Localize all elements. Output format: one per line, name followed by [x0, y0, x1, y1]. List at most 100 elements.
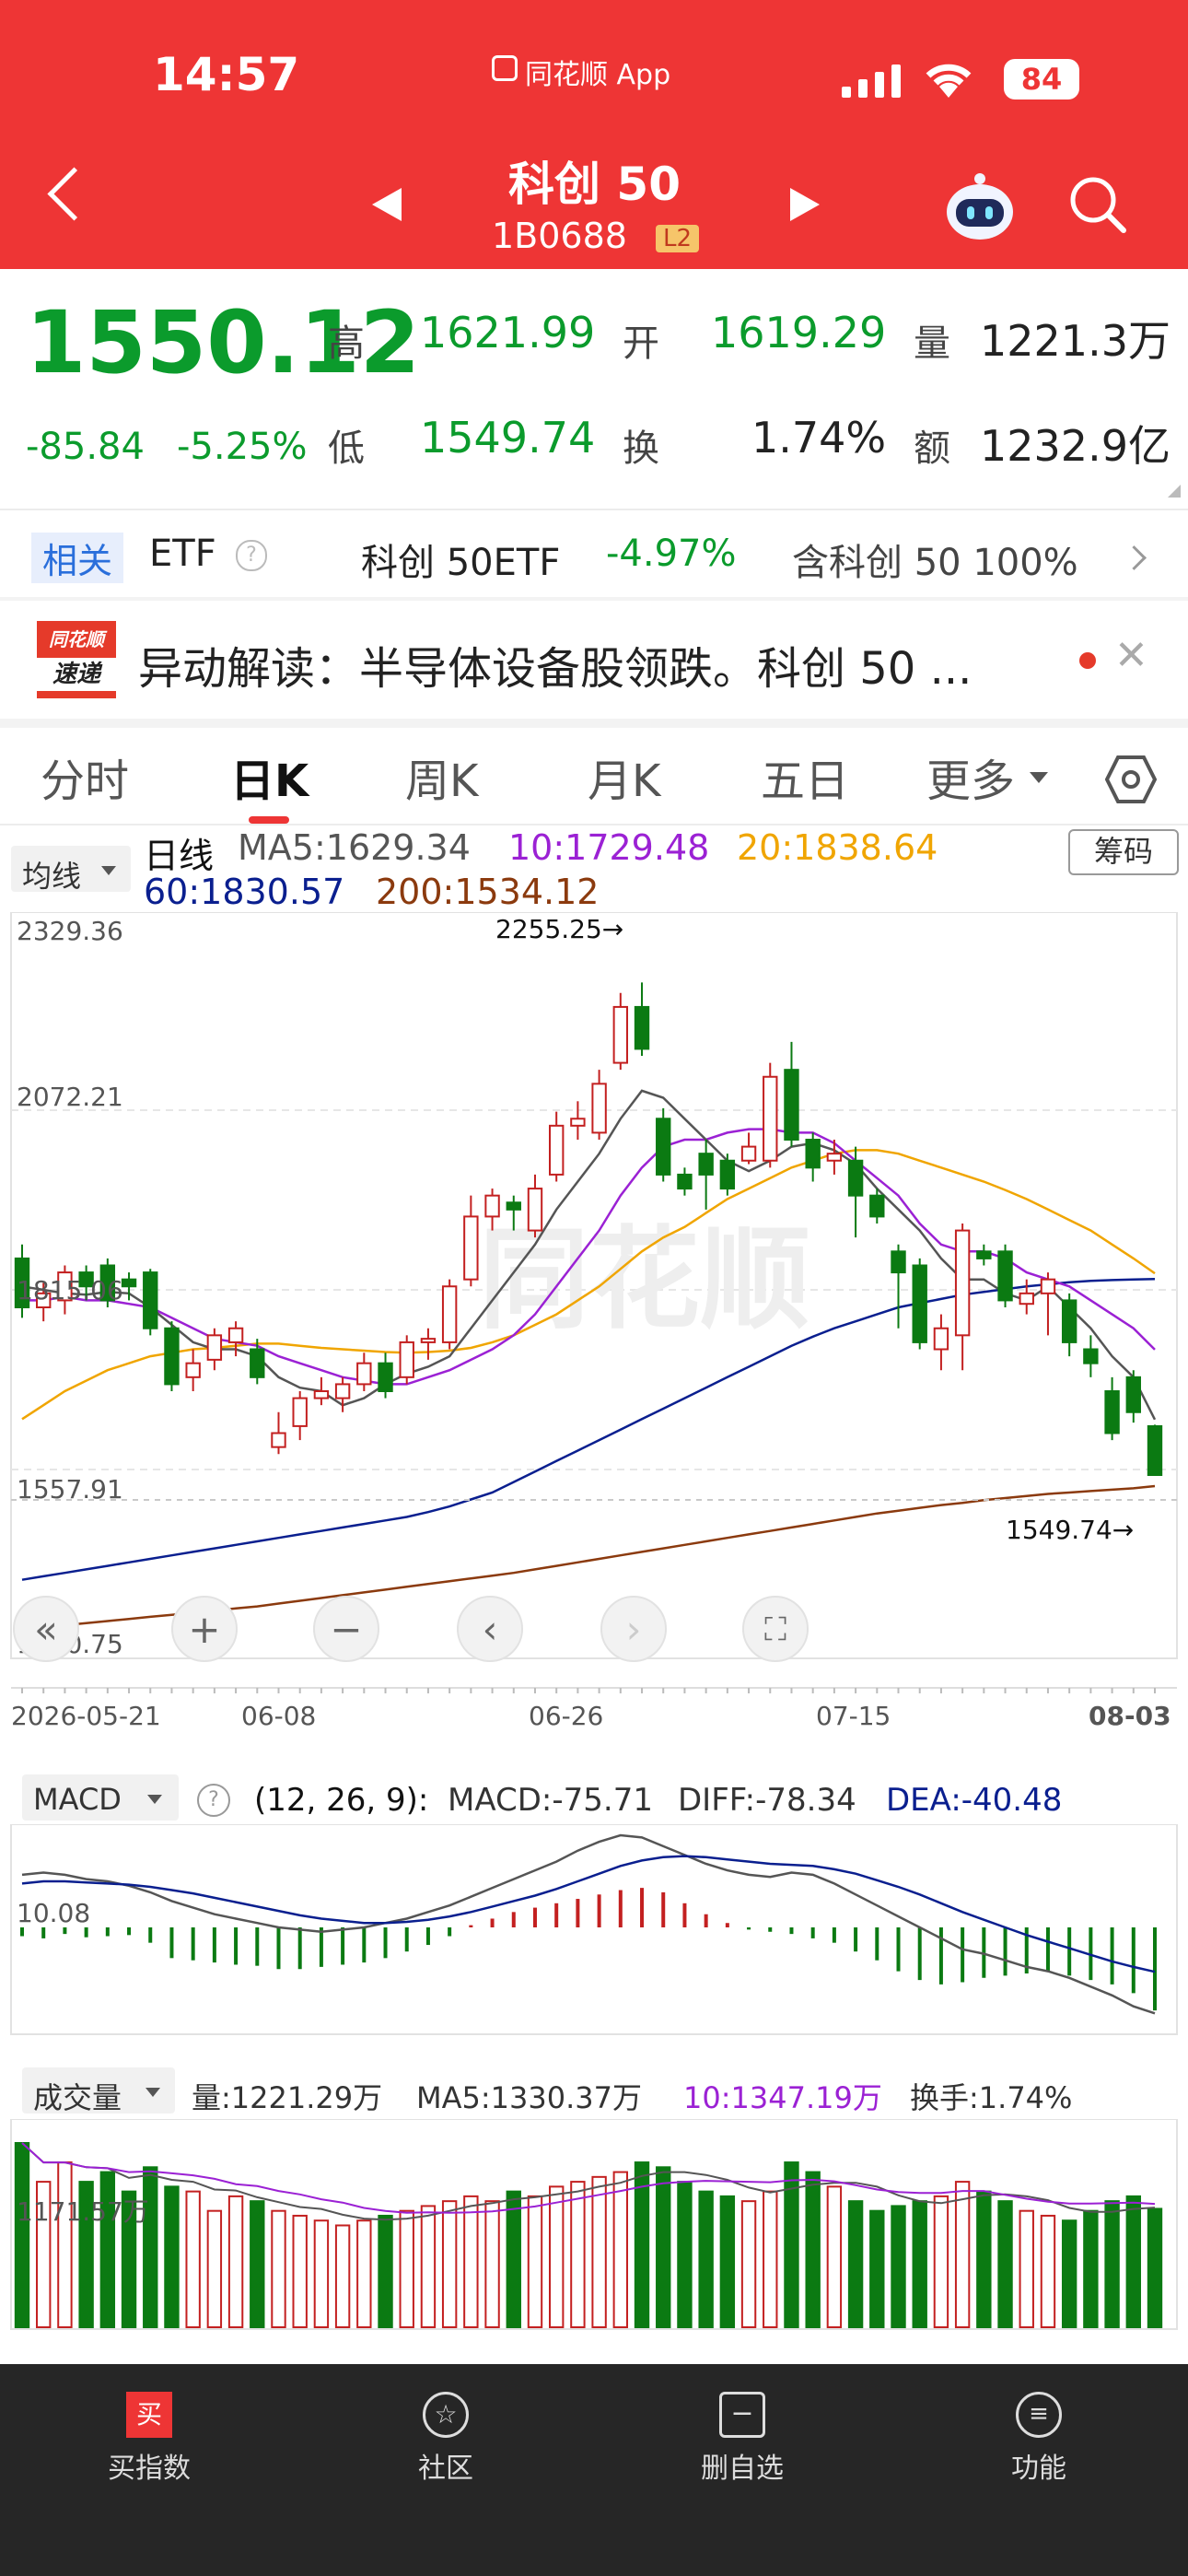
candle	[185, 1349, 201, 1391]
expand-corner-icon[interactable]	[1168, 485, 1181, 498]
candle	[206, 1328, 223, 1371]
chip-distribution-button[interactable]: 筹码	[1068, 829, 1179, 875]
volume-bar	[527, 2195, 543, 2329]
volume-label: 量	[914, 322, 950, 365]
pan-right-button[interactable]: ›	[600, 1596, 667, 1662]
index-code: 1B0688	[492, 216, 627, 256]
back-button[interactable]	[47, 167, 101, 221]
volume-bar	[463, 2195, 479, 2329]
candle	[292, 1390, 308, 1441]
caret-down-icon	[146, 2088, 160, 2097]
divider	[0, 509, 1188, 510]
close-icon[interactable]: ✕	[1114, 632, 1148, 679]
volume-axis-label: 1171.57万	[17, 2196, 149, 2227]
battery-level: 84	[1020, 62, 1063, 97]
candle	[1147, 1424, 1163, 1476]
macd-chart[interactable]: 10.08	[0, 1824, 1188, 2036]
rewind-button[interactable]: «	[13, 1596, 79, 1662]
volume-bar	[313, 2219, 330, 2328]
volume-bar	[912, 2200, 927, 2328]
max-price-label: 2255.25→	[495, 914, 623, 944]
zoom-in-button[interactable]: +	[171, 1596, 238, 1662]
macd-select[interactable]: MACD	[22, 1774, 179, 1821]
volume-bar	[292, 2214, 308, 2328]
volume-select[interactable]: 成交量	[22, 2067, 175, 2115]
level2-badge: L2	[656, 225, 700, 252]
tab-more[interactable]: 更多	[926, 744, 1015, 809]
next-index-button[interactable]	[790, 188, 820, 221]
wifi-icon	[926, 64, 972, 98]
x-label-start: 2026-05-21	[11, 1701, 161, 1731]
robot-assistant-icon[interactable]	[943, 171, 1017, 241]
volume-bar	[206, 2209, 223, 2328]
candle	[1083, 1335, 1099, 1377]
candle	[1040, 1272, 1056, 1336]
nav-buy-index[interactable]: 买 买指数	[57, 2381, 241, 2486]
related-etf-row[interactable]: 相关 ETF ? 科创 50ETF -4.97% 含科创 50 100%	[0, 512, 1188, 597]
news-text[interactable]: 异动解读：半导体设备股领跌。科创 50 ...	[138, 632, 972, 697]
candle	[164, 1321, 180, 1391]
search-icon[interactable]	[1068, 175, 1127, 234]
help-icon[interactable]: ?	[236, 540, 267, 571]
pan-left-button[interactable]: ‹	[457, 1596, 523, 1662]
volume-ma10: 10:1347.19万	[683, 2080, 882, 2115]
zoom-out-button[interactable]: −	[313, 1596, 379, 1662]
volume-bar	[1147, 2207, 1163, 2328]
nav-community[interactable]: ☆ 社区	[354, 2381, 538, 2486]
news-banner[interactable]: 同花顺 速递 异动解读：半导体设备股领跌。科创 50 ... ✕	[0, 601, 1188, 719]
volume-bar	[719, 2195, 736, 2329]
nav-functions[interactable]: ≡ 功能	[947, 2381, 1131, 2486]
open-label: 开	[623, 322, 659, 365]
amount-label: 额	[914, 427, 950, 470]
volume-bar	[933, 2195, 949, 2329]
candle	[1019, 1279, 1034, 1315]
tab-five-day[interactable]: 五日	[761, 744, 849, 809]
candle	[847, 1146, 864, 1238]
buy-icon: 买	[126, 2392, 172, 2438]
volume-bar	[420, 2205, 437, 2328]
caret-down-icon	[101, 866, 116, 875]
candle	[805, 1132, 821, 1182]
news-badge: 同花顺 速递	[37, 621, 116, 698]
settings-icon[interactable]	[1105, 755, 1157, 803]
x-label-end: 08-03	[1089, 1701, 1171, 1731]
volume-bar	[14, 2142, 30, 2328]
prev-index-button[interactable]	[372, 188, 402, 221]
high-label: 高	[328, 322, 365, 365]
low-label: 低	[328, 427, 365, 470]
candle	[334, 1376, 351, 1412]
page-title: 科创 50	[508, 158, 681, 211]
diff-line	[21, 1833, 1156, 2015]
app-logo-icon	[492, 55, 518, 81]
help-icon[interactable]: ?	[197, 1784, 230, 1817]
macd-axis-label: 10.08	[17, 1898, 90, 1928]
volume-bar	[1061, 2219, 1077, 2328]
volume-bar	[826, 2185, 843, 2328]
diff-value: DIFF:-78.34	[678, 1782, 856, 1819]
tab-intraday[interactable]: 分时	[41, 744, 129, 809]
candle	[891, 1244, 906, 1329]
volume-bar	[57, 2161, 73, 2329]
volume-bar	[143, 2166, 158, 2328]
nav-remove-watchlist[interactable]: − 删自选	[650, 2381, 834, 2486]
fullscreen-button[interactable]: ⛶	[742, 1596, 809, 1662]
volume-bar	[399, 2209, 414, 2328]
volume-bar	[250, 2200, 265, 2328]
watermark: 同花顺	[479, 1216, 810, 1344]
candle	[271, 1411, 286, 1455]
ma-select[interactable]: 均线	[11, 846, 131, 894]
volume-chart[interactable]: 1171.57万	[0, 2119, 1188, 2331]
candle	[933, 1314, 949, 1371]
candle	[378, 1352, 393, 1399]
tab-monthly-k[interactable]: 月K	[588, 744, 660, 809]
candle	[976, 1244, 992, 1266]
amount-value: 1232.9亿	[980, 421, 1171, 471]
ma10-value: 10:1729.48	[508, 827, 710, 868]
tab-daily-k[interactable]: 日K	[230, 744, 309, 809]
tab-weekly-k[interactable]: 周K	[405, 744, 478, 809]
candle	[570, 1101, 586, 1141]
news-badge-top: 同花顺	[49, 628, 104, 650]
candle	[591, 1070, 607, 1141]
volume-bar	[1083, 2209, 1099, 2328]
volume-bar	[1104, 2200, 1120, 2328]
